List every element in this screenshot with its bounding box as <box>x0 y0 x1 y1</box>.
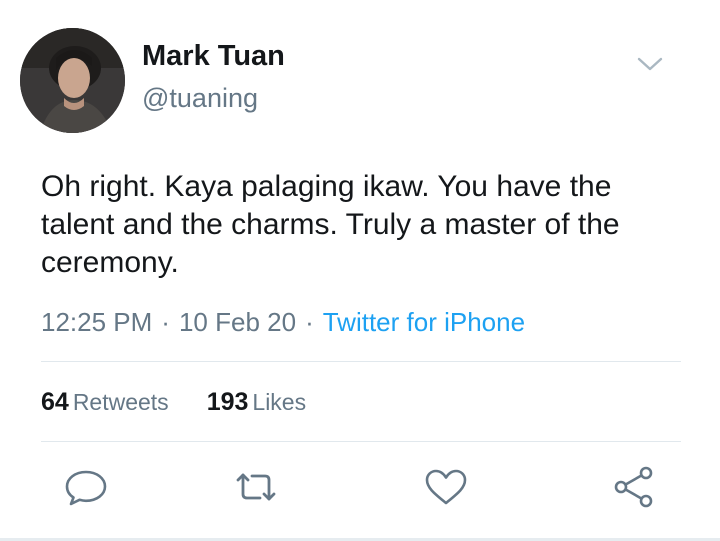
tweet-time: 12:25 PM <box>41 307 153 337</box>
reply-icon <box>65 470 107 506</box>
user-handle[interactable]: @tuaning <box>142 83 258 114</box>
share-icon <box>614 466 653 508</box>
likes-stat[interactable]: 193 Likes <box>207 388 306 417</box>
tweet-meta: 12:25 PM · 10 Feb 20 · Twitter for iPhone <box>41 307 525 338</box>
avatar-image <box>20 28 125 133</box>
reply-button[interactable] <box>61 462 111 512</box>
likes-label: Likes <box>252 389 307 415</box>
retweet-icon <box>236 473 276 501</box>
tweet-menu-button[interactable] <box>634 52 666 74</box>
tweet-date: 10 Feb 20 <box>178 307 297 337</box>
meta-separator: · <box>305 307 314 337</box>
retweets-stat[interactable]: 64 Retweets <box>41 388 169 417</box>
tweet-card: Mark Tuan @tuaning Oh right. Kaya palagi… <box>0 0 720 541</box>
divider <box>41 361 681 362</box>
retweets-label: Retweets <box>72 389 169 415</box>
retweet-button[interactable] <box>231 462 281 512</box>
likes-count: 193 <box>206 388 249 416</box>
meta-separator: · <box>161 307 170 337</box>
divider <box>41 441 681 442</box>
chevron-down-icon <box>637 57 663 71</box>
like-button[interactable] <box>421 462 471 512</box>
share-button[interactable] <box>609 462 659 512</box>
avatar[interactable] <box>20 28 125 133</box>
retweets-count: 64 <box>41 388 69 416</box>
tweet-text: Oh right. Kaya palaging ikaw. You have t… <box>41 170 620 279</box>
display-name[interactable]: Mark Tuan <box>142 40 285 73</box>
tweet-stats: 64 Retweets 193 Likes <box>41 388 306 417</box>
heart-icon <box>425 469 467 505</box>
tweet-source-link[interactable]: Twitter for iPhone <box>323 307 525 337</box>
action-bar <box>0 462 720 512</box>
